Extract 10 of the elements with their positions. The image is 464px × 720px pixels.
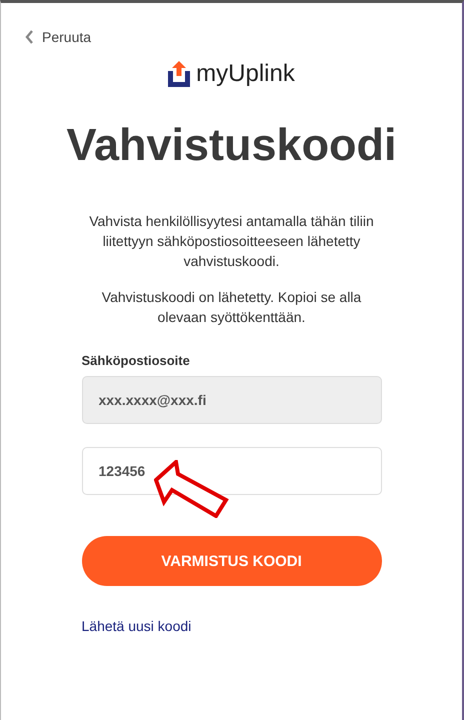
upload-logo-icon [168, 61, 190, 87]
back-chevron-icon[interactable] [25, 30, 34, 44]
page-title: Vahvistuskoodi [65, 118, 398, 172]
instruction-text: Vahvistuskoodi on lähetetty. Kopioi se alla olevaan syöttökenttään. [100, 288, 362, 327]
cancel-link[interactable]: Peruuta [42, 29, 92, 45]
resend-code-link[interactable]: Lähetä uusi koodi [82, 618, 192, 634]
code-field[interactable]: 123456 [82, 447, 382, 495]
instruction-text: Vahvista henkilöllisyytesi antamalla tähän tiliin liitettyyn sähköpostiosoitteeseen lähetetty vahvistuskoodi. [88, 212, 375, 271]
logo-text: myUplink [196, 60, 295, 88]
field-label: Sähköpostiosoite [82, 353, 191, 368]
